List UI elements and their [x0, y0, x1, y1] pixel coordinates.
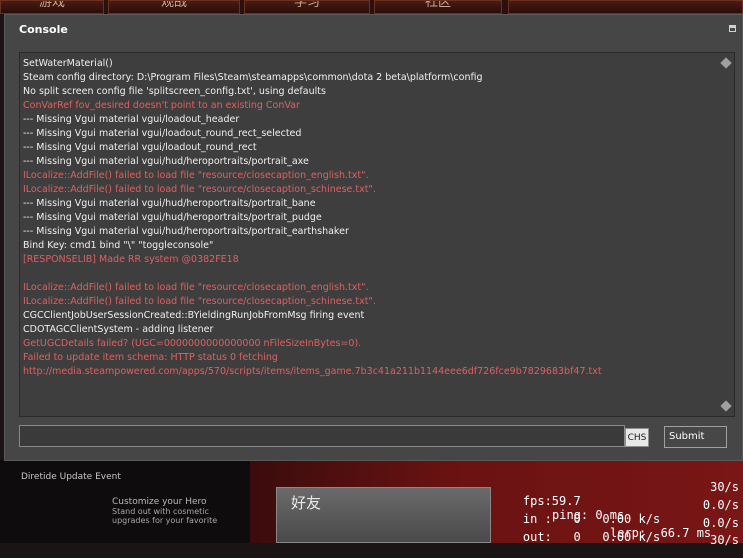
- main-nav-bar: 游戏 观战 学习 社区: [0, 0, 743, 14]
- console-log-line: http://media.steampowered.com/apps/570/s…: [23, 366, 602, 377]
- console-log-line: No split screen config file 'splitscreen…: [23, 86, 326, 97]
- console-log-line: --- Missing Vgui material vgui/hud/herop…: [23, 198, 316, 209]
- console-window[interactable]: Console SetWaterMaterial() Steam config d…: [4, 14, 743, 461]
- console-log-line: --- Missing Vgui material vgui/loadout_r…: [23, 128, 302, 139]
- console-log-line: ILocalize::AddFile() failed to load file…: [23, 184, 376, 195]
- console-title: Console: [19, 23, 68, 36]
- console-log-lines: SetWaterMaterial() Steam config directory…: [23, 57, 713, 379]
- console-log[interactable]: SetWaterMaterial() Steam config directory…: [19, 52, 735, 417]
- promo-block[interactable]: Customize your Hero Stand out with cosme…: [112, 497, 222, 525]
- netgraph-in-row: in : 0 0.00 k/s lerp: 66.7 ms: [494, 498, 711, 540]
- netgraph-fps-row: fps:59.7 ping: 0 ms: [494, 480, 624, 522]
- submit-button[interactable]: Submit: [664, 426, 727, 448]
- console-log-line: [RESPONSELIB] Made RR system @0382FE18: [23, 254, 239, 265]
- console-log-line: [23, 267, 713, 281]
- console-log-line: --- Missing Vgui material vgui/hud/herop…: [23, 156, 309, 167]
- console-log-line: Failed to update item schema: HTTP statu…: [23, 352, 278, 363]
- event-title[interactable]: Diretide Update Event: [21, 472, 121, 482]
- console-log-line: ConVarRef fov_desired doesn't point to a…: [23, 100, 300, 111]
- console-log-line: ILocalize::AddFile() failed to load file…: [23, 296, 376, 307]
- console-log-line: --- Missing Vgui material vgui/hud/herop…: [23, 212, 322, 223]
- nav-tab-watch[interactable]: 观战: [108, 0, 240, 14]
- console-scrollbar[interactable]: [720, 55, 732, 414]
- friends-panel[interactable]: 好友: [276, 487, 491, 543]
- maximize-icon[interactable]: [729, 25, 736, 32]
- netgraph-out-rate: 0.0/s: [702, 516, 739, 530]
- promo-subtitle: Stand out with cosmetic upgrades for you…: [112, 507, 218, 525]
- console-log-line: SetWaterMaterial(): [23, 58, 113, 69]
- netgraph-in-rate: 0.0/s: [702, 498, 739, 512]
- nav-tab-community[interactable]: 社区: [374, 0, 502, 14]
- console-log-line: Bind Key: cmd1 bind "\" "toggleconsole": [23, 240, 214, 251]
- console-log-line: ILocalize::AddFile() failed to load file…: [23, 282, 369, 293]
- promo-title: Customize your Hero: [112, 497, 207, 507]
- console-log-line: ILocalize::AddFile() failed to load file…: [23, 170, 369, 181]
- netgraph-fps-rate: 30/s: [710, 480, 739, 494]
- scroll-up-arrow-icon[interactable]: [720, 57, 732, 69]
- console-log-line: --- Missing Vgui material vgui/loadout_r…: [23, 142, 257, 153]
- console-log-line: --- Missing Vgui material vgui/loadout_h…: [23, 114, 240, 125]
- netgraph-out-row: out: 0 0.00 k/s: [494, 516, 660, 544]
- netgraph-out: out: 0 0.00 k/s: [522, 530, 661, 544]
- nav-tab-play[interactable]: 游戏: [0, 0, 104, 14]
- console-log-line: CDOTAGCClientSystem - adding listener: [23, 324, 214, 335]
- console-command-input[interactable]: [19, 425, 625, 447]
- console-log-line: GetUGCDetails failed? (UGC=0000000000000…: [23, 338, 362, 349]
- ime-indicator[interactable]: CHS: [625, 428, 649, 447]
- console-log-line: CGCClientJobUserSessionCreated::BYieldin…: [23, 310, 365, 321]
- friends-label: 好友: [291, 494, 322, 512]
- console-log-line: Steam config directory: D:\Program Files…: [23, 72, 483, 83]
- scroll-down-arrow-icon[interactable]: [720, 400, 732, 412]
- console-log-line: --- Missing Vgui material vgui/hud/herop…: [23, 226, 349, 237]
- netgraph-extra-rate: 30/s: [710, 533, 739, 547]
- nav-profile-area[interactable]: [508, 0, 743, 14]
- nav-tab-learn[interactable]: 学习: [244, 0, 370, 14]
